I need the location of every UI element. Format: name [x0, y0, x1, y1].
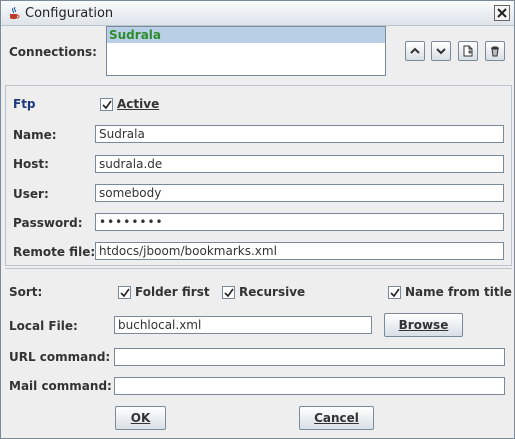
move-down-button[interactable] — [431, 41, 451, 61]
name-label: Name: — [13, 128, 57, 142]
configuration-dialog: Configuration Connections: Sudrala Ftp A… — [0, 0, 515, 439]
cancel-button[interactable]: Cancel — [299, 406, 374, 430]
ok-button[interactable]: OK — [115, 406, 166, 430]
host-field[interactable]: sudrala.de — [95, 155, 504, 173]
host-label: Host: — [13, 157, 49, 171]
delete-connection-button[interactable] — [485, 41, 505, 61]
password-mask: •••••••• — [99, 215, 164, 229]
trash-icon — [491, 46, 499, 57]
sort-label: Sort: — [9, 285, 43, 299]
name-field[interactable]: Sudrala — [95, 125, 504, 143]
local-file-field[interactable]: buchlocal.xml — [114, 316, 372, 334]
new-connection-button[interactable] — [458, 41, 478, 61]
name-from-title-label: Name from title — [405, 285, 512, 299]
folder-first-label: Folder first — [135, 285, 210, 299]
cancel-button-label: Cancel — [314, 411, 359, 425]
url-command-field[interactable] — [114, 348, 505, 366]
recursive-checkbox[interactable] — [222, 286, 235, 299]
connection-item-sudrala[interactable]: Sudrala — [107, 27, 385, 43]
chevron-down-icon — [436, 48, 446, 55]
connections-label: Connections: — [9, 45, 97, 59]
user-field[interactable]: somebody — [95, 184, 504, 202]
user-label: User: — [13, 187, 49, 201]
ftp-section-label: Ftp — [13, 97, 36, 111]
local-file-label: Local File: — [9, 319, 78, 333]
remote-file-label: Remote file: — [13, 245, 96, 259]
java-cup-icon — [7, 6, 21, 20]
ftp-settings-group — [5, 85, 512, 266]
separator — [5, 268, 512, 269]
password-field[interactable]: •••••••• — [95, 213, 504, 231]
title-bar[interactable]: Configuration — [1, 1, 514, 26]
mail-command-label: Mail command: — [9, 379, 112, 393]
checkmark-icon — [224, 288, 234, 298]
password-label: Password: — [13, 216, 83, 230]
checkmark-icon — [390, 288, 400, 298]
url-command-label: URL command: — [9, 350, 111, 364]
browse-button-label: Browse — [398, 318, 449, 332]
mail-command-field[interactable] — [114, 377, 505, 395]
connection-item-label: Sudrala — [109, 28, 162, 42]
move-up-button[interactable] — [405, 41, 425, 61]
new-document-icon — [463, 45, 473, 57]
active-checkbox[interactable] — [100, 98, 113, 111]
connections-list[interactable]: Sudrala — [106, 26, 386, 76]
recursive-label: Recursive — [239, 285, 306, 299]
ok-button-label: OK — [130, 411, 151, 425]
checkmark-icon — [102, 100, 112, 110]
remote-file-field[interactable]: htdocs/jboom/bookmarks.xml — [95, 242, 504, 260]
name-from-title-checkbox[interactable] — [388, 286, 401, 299]
active-label: Active — [117, 97, 160, 111]
chevron-up-icon — [410, 47, 420, 54]
close-button[interactable] — [494, 5, 510, 21]
close-icon — [497, 8, 507, 18]
browse-button[interactable]: Browse — [384, 313, 463, 337]
window-title: Configuration — [25, 6, 114, 21]
checkmark-icon — [120, 288, 130, 298]
folder-first-checkbox[interactable] — [118, 286, 131, 299]
